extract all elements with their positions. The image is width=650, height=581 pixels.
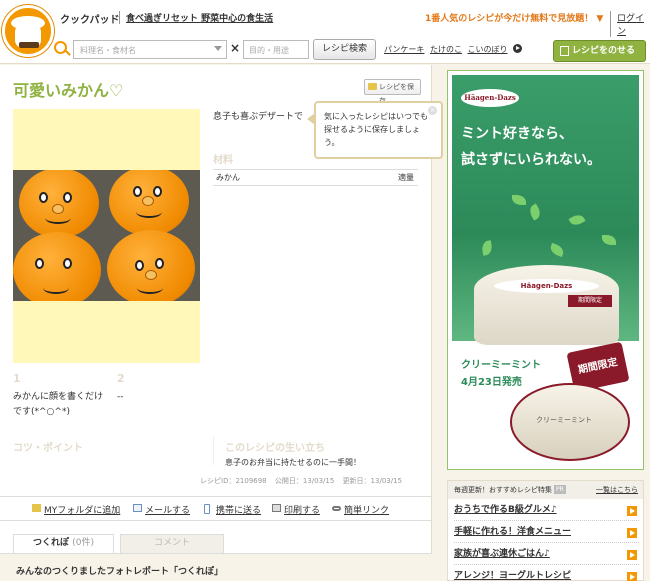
mint-leaf-icon [568,212,586,228]
pr-badge: PR [554,485,566,494]
send-to-phone-link[interactable]: 携帯に送る [204,503,261,516]
mini-cup: クリーミーミント [510,383,630,461]
mint-leaf-icon [480,240,494,256]
keyword-placeholder: 料理名・食材名 [80,46,136,55]
keyword-link[interactable]: パンケーキ [384,45,424,54]
link-icon [332,506,341,511]
ingredients-heading: 材料 [213,155,233,166]
view-all-link[interactable]: 一覧はこちら [596,481,638,499]
ice-cream-cup: Häagen-Dazs 期間限定 [474,265,619,345]
add-to-folder-link[interactable]: MYフォルダに追加 [32,503,120,516]
ingredient-row: みかん 適量 [213,169,418,186]
close-icon[interactable]: × [428,106,437,115]
post-recipe-button[interactable]: レシピをのせる [553,40,646,62]
tsukurepo-heading: みんなのつくりましたフォトレポート「つくれぽ」 [16,567,224,577]
recipe-meta: レシピID：2109698 公開日：13/03/15 更新日：13/03/15 [200,476,408,486]
search-icon [54,41,67,54]
mint-leaf-icon [602,235,616,245]
recipe-description: 息子も喜ぶデザートで [213,112,304,122]
mail-link[interactable]: メールする [133,503,190,516]
story-heading: このレシピの生い立ち [225,443,325,454]
tab-tsukurepo[interactable]: つくれぽ (0件) [13,534,114,553]
times-separator: × [230,41,241,55]
mint-leaf-icon [512,195,526,205]
arrow-right-icon [627,550,637,560]
recipe-actions: MYフォルダに追加 メールする 携帯に送る 印刷する 簡単リンク [0,496,432,521]
easy-link[interactable]: 簡単リンク [332,503,389,516]
list-item[interactable]: おうちで作るB級グルメ♪ [454,501,639,521]
mint-leaf-icon [548,242,566,258]
haagen-dazs-logo: Häagen-Dazs [461,89,519,107]
login-link[interactable]: ログイン [610,11,650,37]
header: クックパッド 食べ過ぎリセット 野菜中心の食生活 1番人気のレシピが今だけ無料で… [0,0,650,64]
keyword-link[interactable]: たけのこ [430,45,462,54]
more-arrow-icon[interactable] [513,44,523,53]
mint-leaf-icon [527,203,543,221]
phone-icon [204,504,210,514]
arrow-right-icon [627,528,637,538]
tab-comment[interactable]: コメント [120,534,224,553]
pen-icon [560,46,569,56]
mikan-faces-image [13,170,200,301]
folder-icon [368,83,377,90]
popular-keywords: パンケーキ たけのこ こいのぼり [384,44,523,55]
haagen-dazs-ad[interactable]: Häagen-Dazs ミント好きなら、 試さずにいられない。 Häagen-D… [447,70,644,470]
recommended-features: 毎週更新！おすすめレシピ特集 PR 一覧はこちら おうちで作るB級グルメ♪ 手軽に… [447,480,644,581]
divider [213,437,214,465]
recipe-photo[interactable] [13,109,200,363]
keyword-link[interactable]: こいのぼり [468,45,508,54]
ingredient-amount: 適量 [398,173,414,182]
tips-heading: コツ・ポイント [13,443,83,454]
tooltip-text: 気に入ったレシピはいつでも探せるように保存しましょう。 [324,112,428,147]
tagline-link[interactable]: 食べ過ぎリセット 野菜中心の食生活 [119,11,273,24]
list-item[interactable]: 家族が喜ぶ連休ごはん♪ [454,545,639,565]
save-tooltip: × 気に入ったレシピはいつでも探せるように保存しましょう。 [307,101,443,159]
arrow-right-icon [627,572,637,581]
step-number: 2 [117,372,125,385]
recommended-header: 毎週更新！おすすめレシピ特集 PR 一覧はこちら [448,481,643,499]
recipe-main: 可愛いみかん♡ レシピを保存 × 気に入ったレシピはいつでも探せるように保存しま… [0,65,443,581]
tsukurepo-count: (0件) [72,538,94,548]
save-recipe-button[interactable]: レシピを保存 [364,79,421,105]
brand-name[interactable]: クックパッド [60,11,120,26]
ad-copy: ミント好きなら、 試さずにいられない。 [461,126,601,168]
recipe-id: レシピID：2109698 [200,477,267,485]
print-link[interactable]: 印刷する [272,503,320,516]
premium-promo-link[interactable]: 1番人気のレシピが今だけ無料で見放題！ ▼ [425,11,603,24]
story-text: 息子のお弁当に持たせるのに一手間！ [225,458,361,467]
step-text: みかんに顔を書くだけです(*^○^*) [13,392,104,417]
list-item[interactable]: アレンジ！ヨーグルトレシピ [454,567,639,581]
folder-icon [32,504,41,512]
recipe-search-button[interactable]: レシピ検索 [313,39,376,60]
mail-icon [133,504,142,512]
print-icon [272,504,281,512]
list-item[interactable]: 手軽に作れる！洋食メニュー [454,523,639,543]
updated-date: 更新日：13/03/15 [342,477,403,485]
step-number: 1 [13,372,21,385]
recipe-title: 可愛いみかん♡ [13,81,124,100]
ingredient-name: みかん [216,173,240,182]
chevron-down-icon[interactable] [214,46,222,51]
step-text: -- [117,392,124,402]
post-recipe-label: レシピをのせる [572,46,636,56]
purpose-input[interactable]: 目的・用途 [243,40,309,59]
arrow-right-icon [627,506,637,516]
keyword-input[interactable]: 料理名・食材名 [73,40,227,59]
ad-product-name: クリーミーミント 4月23日発売 [461,360,541,388]
cookpad-logo[interactable] [2,5,54,57]
published-date: 公開日：13/03/15 [274,477,335,485]
